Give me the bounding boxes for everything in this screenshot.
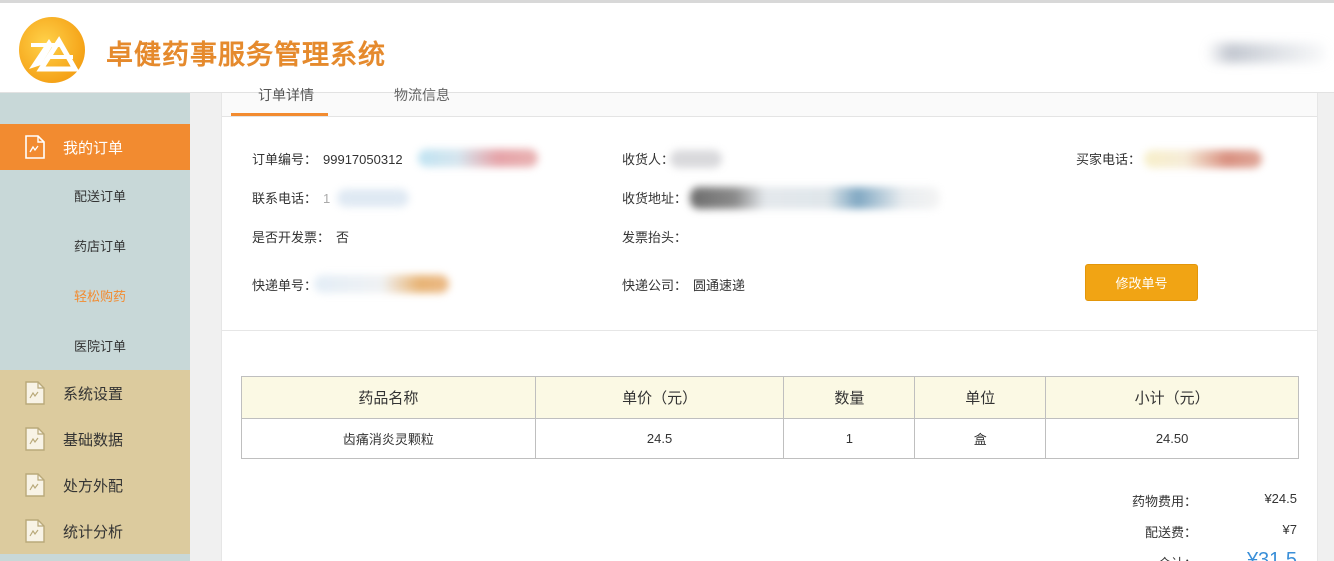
column-header-subtotal: 小计（元）: [1045, 376, 1299, 419]
invoice-title-field: 发票抬头：: [622, 227, 687, 246]
courier-value: 圆通速递: [693, 278, 746, 293]
invoice-label: 是否开发票：: [252, 230, 331, 245]
cell-quantity: 1: [783, 418, 916, 459]
table-row: 齿痛消炎灵颗粒 24.5 1 盒 24.50: [241, 418, 1299, 459]
tab-order-details[interactable]: 订单详情: [258, 85, 314, 105]
drug-fee-label: 药物费用：: [1131, 494, 1197, 509]
redacted-contact-phone: [337, 189, 409, 207]
invoice-value: 否: [336, 230, 350, 245]
modify-tracking-button[interactable]: 修改单号: [1085, 264, 1198, 301]
column-header-quantity: 数量: [783, 376, 916, 419]
cell-unit-price: 24.5: [534, 418, 785, 459]
system-title: 卓健药事服务管理系统: [106, 40, 386, 71]
sidebar-lower-group: 系统设置 基础数据 处方外配 统计分析: [0, 370, 190, 554]
sidebar-subitem-easy-purchase[interactable]: 轻松购药: [0, 270, 190, 320]
column-header-unit: 单位: [914, 376, 1047, 419]
receiver-label: 收货人：: [622, 152, 675, 167]
cell-drug-name: 齿痛消炎灵颗粒: [241, 418, 536, 459]
invoice-title-label: 发票抬头：: [622, 230, 688, 245]
sidebar-item-label: 我的订单: [63, 139, 124, 157]
contact-phone-label: 联系电话：: [252, 191, 318, 206]
document-icon: [25, 519, 45, 543]
redacted-address: [690, 187, 940, 209]
drug-table: 药品名称 单价（元） 数量 单位 小计（元） 齿痛消炎灵颗粒 24.5 1 盒 …: [241, 376, 1299, 459]
document-icon: [25, 473, 45, 497]
app-header: 卓健药事服务管理系统: [0, 0, 1334, 93]
tracking-number-field: 快递单号：: [252, 275, 317, 294]
sidebar-item-label: 处方外配: [63, 477, 124, 495]
courier-field: 快递公司： 圆通速递: [622, 275, 745, 294]
total-row: 合计： ¥31.5: [1077, 549, 1297, 561]
total-value: ¥31.5: [1246, 549, 1297, 561]
cell-subtotal: 24.50: [1045, 418, 1299, 459]
order-info-section: 订单编号： 99917050312 收货人： 买家电话： 联系电话： 1 收货地址：…: [222, 117, 1317, 331]
buyer-phone-label: 买家电话：: [1076, 152, 1142, 167]
user-info-redacted[interactable]: [1206, 43, 1326, 63]
delivery-fee-value: ¥7: [1282, 522, 1297, 537]
invoice-field: 是否开发票： 否: [252, 227, 349, 246]
sidebar-item-statistics[interactable]: 统计分析: [0, 508, 190, 554]
address-label: 收货地址：: [622, 191, 688, 206]
sidebar-item-system-settings[interactable]: 系统设置: [0, 370, 190, 416]
sidebar-item-prescription[interactable]: 处方外配: [0, 462, 190, 508]
order-number-field: 订单编号： 99917050312: [252, 149, 403, 168]
redacted-order-number: [418, 149, 538, 167]
total-label: 合计：: [1158, 553, 1197, 561]
pharmacy-logo-icon: [19, 17, 85, 83]
sidebar-item-label: 系统设置: [63, 385, 124, 403]
drug-fee-row: 药物费用： ¥24.5: [1077, 491, 1297, 509]
receiver-field: 收货人：: [622, 149, 674, 168]
detail-tabs: 订单详情 物流信息: [222, 87, 1317, 117]
contact-phone-field: 联系电话： 1: [252, 188, 330, 207]
drug-fee-value: ¥24.5: [1264, 491, 1297, 506]
buyer-phone-field: 买家电话：: [1076, 149, 1141, 168]
sidebar-subitem-delivery-orders[interactable]: 配送订单: [0, 170, 190, 220]
table-header-row: 药品名称 单价（元） 数量 单位 小计（元）: [241, 376, 1299, 419]
contact-phone-value: 1: [323, 191, 331, 206]
cell-unit: 盒: [914, 418, 1047, 459]
order-detail-panel: 订单详情 物流信息 订单编号： 99917050312 收货人： 买家电话： 联系…: [221, 87, 1318, 561]
redacted-receiver: [670, 150, 722, 168]
sidebar-subitem-pharmacy-orders[interactable]: 药店订单: [0, 220, 190, 270]
order-number-value: 99917050312: [323, 152, 403, 167]
courier-label: 快递公司：: [622, 278, 688, 293]
redacted-buyer-phone: [1144, 150, 1262, 168]
column-header-drug-name: 药品名称: [241, 376, 536, 419]
redacted-tracking-number: [314, 275, 449, 293]
document-icon: [25, 427, 45, 451]
sidebar-item-label: 基础数据: [63, 431, 124, 449]
sidebar-subitem-hospital-orders[interactable]: 医院订单: [0, 320, 190, 370]
tab-logistics[interactable]: 物流信息: [394, 85, 450, 105]
delivery-fee-label: 配送费：: [1144, 525, 1197, 540]
order-number-label: 订单编号：: [252, 152, 318, 167]
address-field: 收货地址：: [622, 188, 687, 207]
active-tab-indicator: [231, 113, 328, 116]
delivery-fee-row: 配送费： ¥7: [1077, 522, 1297, 540]
column-header-unit-price: 单价（元）: [534, 376, 785, 419]
sidebar-item-label: 统计分析: [63, 523, 124, 541]
sidebar-item-my-orders[interactable]: 我的订单: [0, 124, 190, 170]
tracking-number-label: 快递单号：: [252, 278, 318, 293]
document-icon: [25, 135, 45, 159]
sidebar-item-basic-data[interactable]: 基础数据: [0, 416, 190, 462]
sidebar: 我的订单 配送订单 药店订单 轻松购药 医院订单 系统设置 基础数据 处方外配 …: [0, 93, 190, 561]
document-icon: [25, 381, 45, 405]
